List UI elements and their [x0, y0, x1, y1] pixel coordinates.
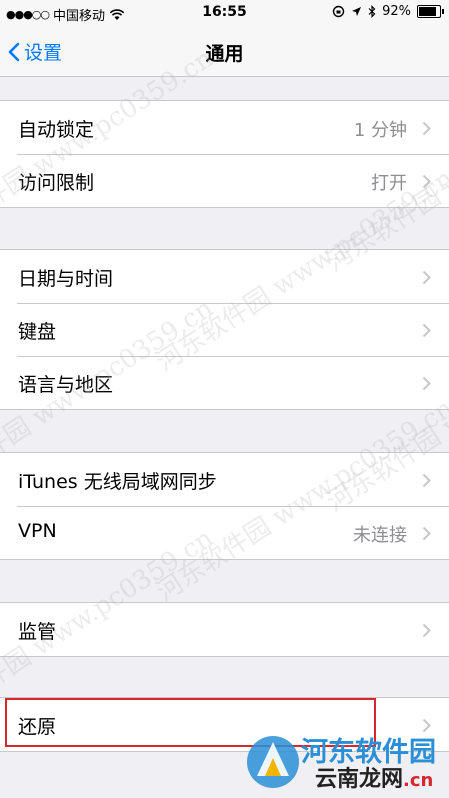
chevron-right-icon — [422, 473, 431, 488]
row-label: VPN — [18, 520, 57, 542]
row-restrictions[interactable]: 访问限制 打开 — [0, 154, 449, 207]
location-icon — [352, 7, 362, 16]
site-logo: 河东软件园 云南龙网.cn — [243, 728, 449, 798]
row-label: 自动锁定 — [18, 119, 95, 141]
chevron-right-icon — [422, 376, 431, 391]
row-keyboard[interactable]: 键盘 — [0, 303, 449, 356]
logo-text-secondary-suffix: .cn — [403, 770, 434, 791]
row-label: 键盘 — [18, 321, 57, 343]
battery-icon — [417, 5, 444, 18]
logo-text-secondary: 云南龙网.cn — [315, 761, 433, 793]
row-label: 日期与时间 — [18, 268, 114, 290]
logo-text-secondary-main: 云南龙网 — [315, 767, 404, 792]
settings-group-locale: 日期与时间 键盘 语言与地区 — [0, 249, 449, 410]
chevron-right-icon — [422, 526, 431, 541]
battery-fill — [419, 7, 436, 16]
rotation-lock-icon — [332, 5, 345, 18]
row-auto-lock[interactable]: 自动锁定 1 分钟 — [0, 101, 449, 154]
logo-emblem-icon — [247, 736, 299, 788]
row-label: 访问限制 — [18, 172, 95, 194]
status-bar: ●●●○○ 中国移动 16:55 92% — [0, 0, 449, 28]
bluetooth-icon — [368, 5, 376, 18]
row-value: 1 分钟 — [353, 120, 407, 141]
row-supervision[interactable]: 监管 — [0, 603, 449, 656]
row-date-time[interactable]: 日期与时间 — [0, 250, 449, 303]
page-title: 通用 — [205, 43, 244, 65]
settings-group-supervision: 监管 — [0, 602, 449, 657]
row-label: iTunes 无线局域网同步 — [18, 471, 217, 493]
row-value: 未连接 — [353, 525, 407, 546]
chevron-right-icon — [422, 623, 431, 638]
nav-bar: 设置 通用 — [0, 28, 449, 77]
status-right: 92% — [332, 4, 444, 19]
chevron-right-icon — [422, 121, 431, 136]
chevron-right-icon — [422, 174, 431, 189]
row-itunes-wifi-sync[interactable]: iTunes 无线局域网同步 — [0, 453, 449, 506]
row-value: 打开 — [371, 173, 407, 194]
row-language-region[interactable]: 语言与地区 — [0, 356, 449, 409]
chevron-right-icon — [422, 323, 431, 338]
row-label: 监管 — [18, 621, 57, 643]
settings-group-lock: 自动锁定 1 分钟 访问限制 打开 — [0, 100, 449, 208]
battery-percent: 92% — [382, 4, 411, 19]
settings-group-network: iTunes 无线局域网同步 VPN 未连接 — [0, 452, 449, 560]
chevron-right-icon — [422, 270, 431, 285]
row-label: 语言与地区 — [18, 374, 114, 396]
row-vpn[interactable]: VPN 未连接 — [0, 506, 449, 559]
